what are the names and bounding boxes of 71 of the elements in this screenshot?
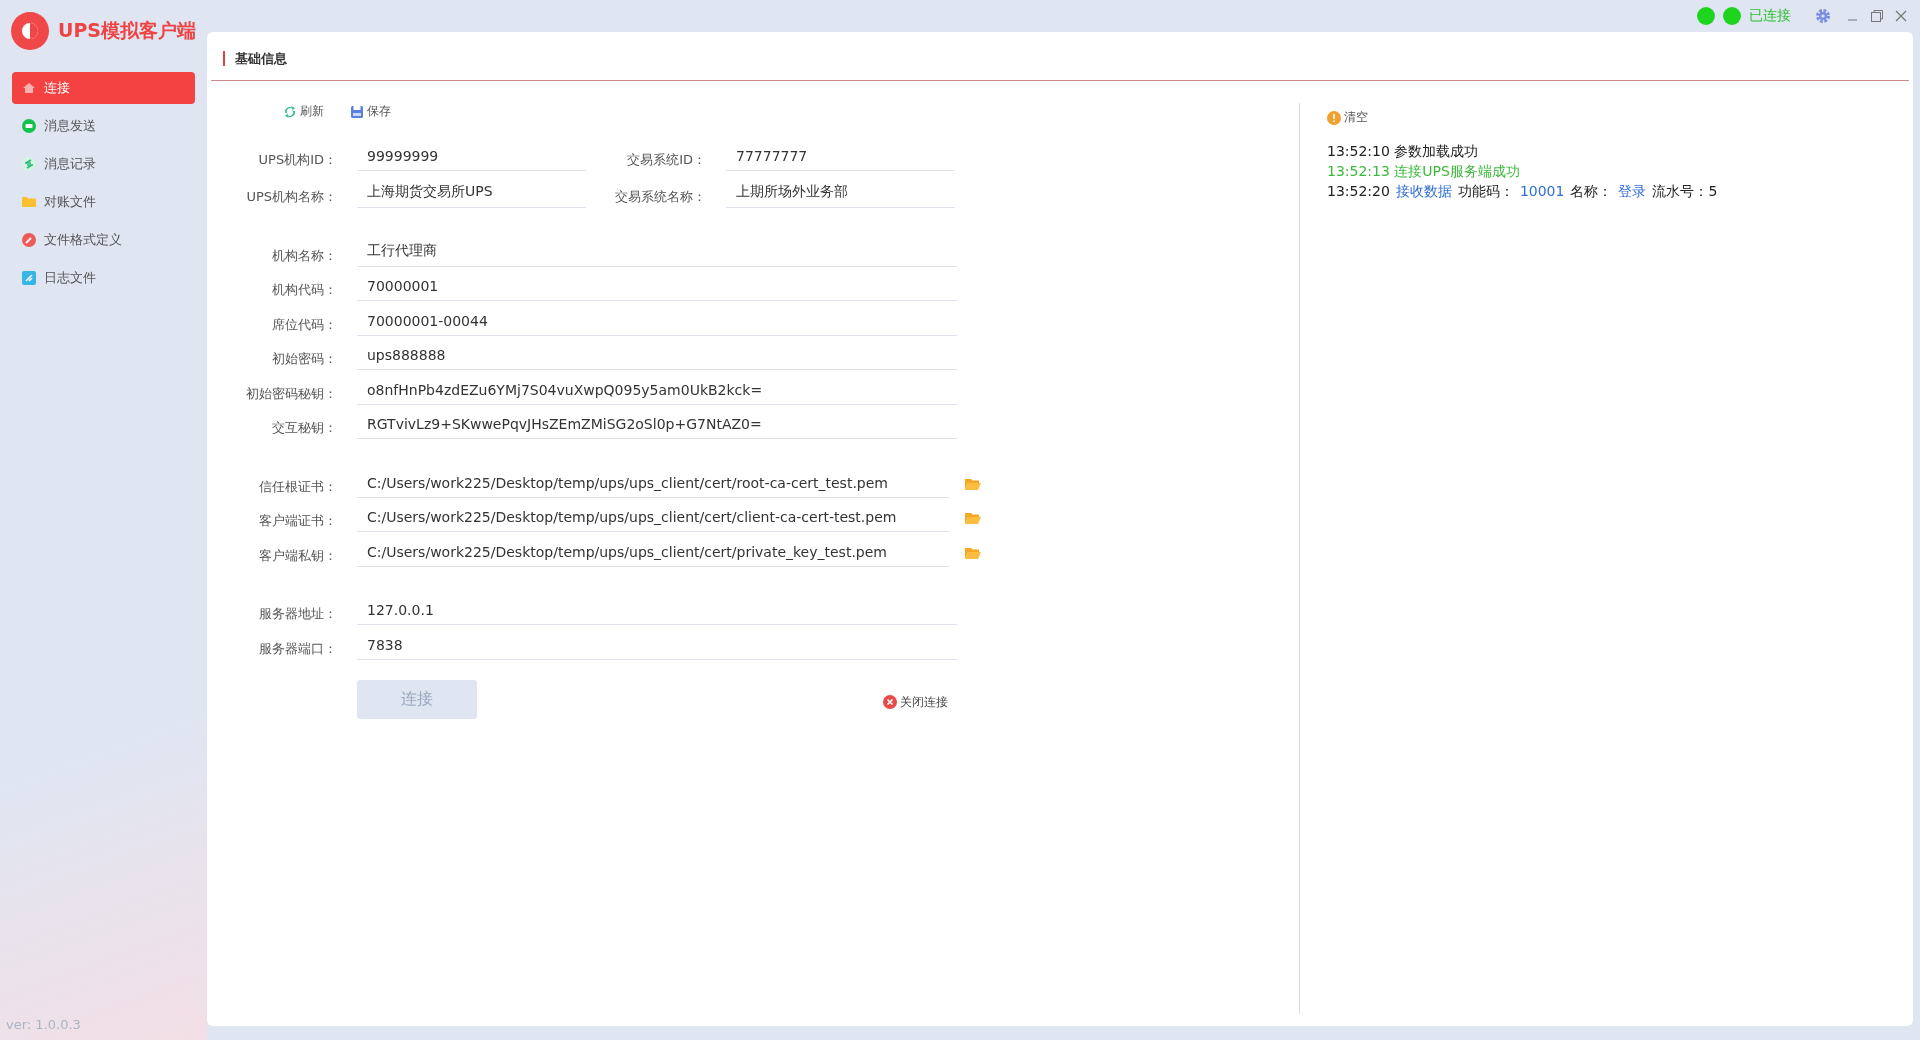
field-label: 交易系统名称： xyxy=(614,188,707,206)
input-field[interactable]: 77777777 xyxy=(726,148,955,171)
arrows-icon xyxy=(22,157,36,171)
input-field[interactable]: 70000001 xyxy=(357,278,957,301)
input-field[interactable]: o8nfHnPb4zdEZu6YMj7S04vuXwpQ095y5am0UkB2kck= xyxy=(357,381,957,405)
warning-icon xyxy=(1327,110,1341,125)
folder-icon[interactable] xyxy=(965,546,981,560)
settings-icon[interactable] xyxy=(1815,8,1831,24)
field-label: 交易系统ID： xyxy=(626,151,707,169)
input-field[interactable]: 7838 xyxy=(357,636,957,660)
input-field[interactable]: RGTvivLz9+SKwwePqvJHsZEmZMiSG2oSl0p+G7NtAZ0= xyxy=(357,416,957,439)
app-title: UPS模拟客户端 xyxy=(58,18,197,43)
field-label: UPS机构名称： xyxy=(245,188,338,206)
refresh-icon xyxy=(283,104,297,119)
field-label: 机构名称： xyxy=(271,246,338,265)
input-field[interactable]: 127.0.0.1 xyxy=(357,602,957,625)
field-label: 客户端证书： xyxy=(258,512,338,530)
input-field[interactable]: C:/Users/work225/Desktop/temp/ups/ups_client/cert/client-ca-cert-test.pem xyxy=(357,509,949,532)
version-text: ver: 1.0.0.3 xyxy=(5,1017,82,1034)
close-icon[interactable] xyxy=(1893,8,1909,24)
log-text: 13:52:20 xyxy=(1327,182,1390,200)
logo-icon xyxy=(10,11,50,51)
log-text: 功能码： xyxy=(1457,182,1514,200)
save-icon xyxy=(350,104,364,119)
home-icon xyxy=(22,81,36,95)
field-label: UPS机构ID： xyxy=(257,151,338,169)
field-label: 信任根证书： xyxy=(258,477,338,496)
field-label: 服务器端口： xyxy=(258,639,338,658)
refresh-button[interactable]: 刷新 xyxy=(283,103,324,120)
log-text: 13:52:10 参数加载成功 xyxy=(1327,142,1479,160)
connection-status: 已连接 xyxy=(1749,7,1791,25)
sidebar-item[interactable]: 对账文件 xyxy=(12,186,195,218)
log-icon xyxy=(22,271,36,285)
input-field[interactable]: 工行代理商 xyxy=(357,241,957,267)
input-field[interactable]: 99999999 xyxy=(357,148,586,171)
input-field[interactable]: 上期所场外业务部 xyxy=(726,183,955,208)
field-label: 机构代码： xyxy=(271,281,338,299)
save-button[interactable]: 保存 xyxy=(350,103,391,120)
field-label: 初始密码秘钥： xyxy=(245,384,338,403)
input-field[interactable]: 上海期货交易所UPS xyxy=(357,183,586,208)
log-text: 接收数据 xyxy=(1395,182,1452,200)
log-text: 10001 xyxy=(1519,182,1565,200)
field-label: 服务器地址： xyxy=(258,605,338,623)
status-dot-icon xyxy=(1723,7,1741,25)
sidebar-item[interactable]: 消息记录 xyxy=(12,148,195,180)
chat-icon xyxy=(22,119,36,133)
folder-icon[interactable] xyxy=(965,477,981,491)
sidebar-item[interactable]: 日志文件 xyxy=(12,262,195,294)
log-text: 登录 xyxy=(1618,182,1647,200)
clear-button[interactable]: 清空 xyxy=(1327,109,1368,126)
sidebar-item[interactable]: 文件格式定义 xyxy=(12,224,195,256)
field-label: 客户端私钥： xyxy=(258,546,338,565)
input-field[interactable]: ups888888 xyxy=(357,347,957,370)
input-field[interactable]: C:/Users/work225/Desktop/temp/ups/ups_client/cert/private_key_test.pem xyxy=(357,543,949,567)
sidebar-item[interactable]: 连接 xyxy=(12,72,195,104)
field-label: 初始密码： xyxy=(271,350,338,368)
close-circle-icon xyxy=(883,695,897,709)
folder-icon[interactable] xyxy=(965,512,981,526)
wrench-icon xyxy=(22,233,36,247)
sidebar-item[interactable]: 消息发送 xyxy=(12,110,195,142)
input-field[interactable]: 70000001-00044 xyxy=(357,312,957,336)
log-text: 名称： xyxy=(1570,182,1613,200)
log-text: 13:52:13 连接UPS服务端成功 xyxy=(1327,162,1520,180)
log-text: 流水号：5 xyxy=(1652,182,1718,200)
input-field[interactable]: C:/Users/work225/Desktop/temp/ups/ups_client/cert/root-ca-cert_test.pem xyxy=(357,474,949,498)
disconnect-button[interactable]: 关闭连接 xyxy=(877,692,954,712)
panel-title: 基础信息 xyxy=(223,51,287,66)
field-label: 席位代码： xyxy=(271,315,338,334)
restore-icon[interactable] xyxy=(1869,8,1885,24)
field-label: 交互秘钥： xyxy=(271,419,338,437)
folder-icon xyxy=(22,195,36,209)
